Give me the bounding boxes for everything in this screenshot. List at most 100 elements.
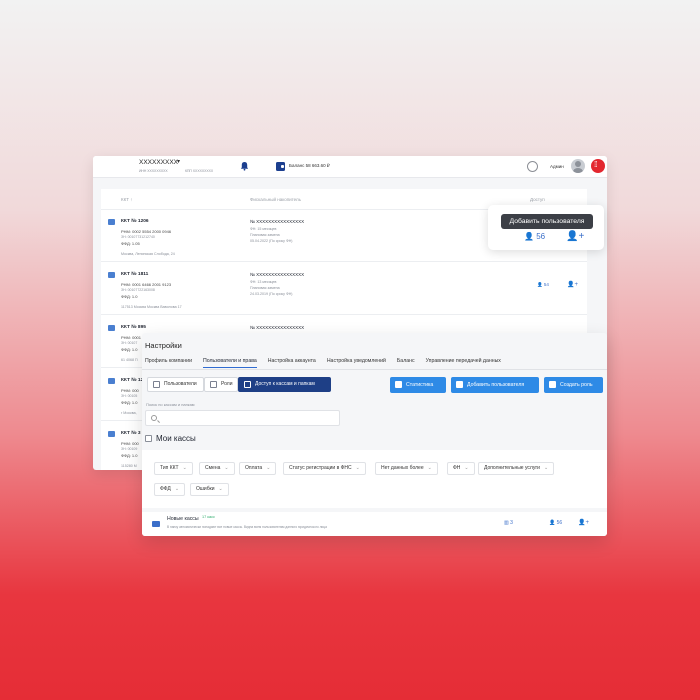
- kassy-count-value: 3: [510, 520, 513, 526]
- tab-data-transfer[interactable]: Управление передачей данных: [426, 358, 501, 368]
- tab-users-rights[interactable]: Пользователи и права: [202, 358, 257, 368]
- folder-icon: [152, 521, 160, 527]
- chevron-down-icon[interactable]: ▾: [177, 158, 180, 165]
- select-all-checkbox[interactable]: [145, 435, 152, 442]
- add-user-icon[interactable]: 👤+: [578, 519, 589, 526]
- filter-shift[interactable]: Смена: [199, 462, 235, 475]
- kkt-ffd: ФФД: 1.05: [121, 241, 140, 246]
- segment-roles[interactable]: Роли: [204, 377, 238, 392]
- kkt-address: 117513 Москва Москва Вавилова 17: [121, 305, 182, 309]
- add-user-icon: [456, 381, 463, 388]
- kkt-ffd: ФФД: 1.0: [121, 294, 138, 299]
- new-kassy-folder-row[interactable]: Новые кассы 17 касс В папку автоматическ…: [142, 512, 607, 536]
- statistics-button-label: Статистика: [406, 382, 434, 388]
- add-user-icon[interactable]: 👤+: [566, 231, 584, 242]
- kkt-serial: ЗН: 00109: [121, 447, 138, 451]
- add-user-plus: +: [585, 520, 589, 526]
- balance[interactable]: Баланс 58 663.60 ₽: [289, 163, 330, 169]
- users-count[interactable]: 👤 54: [537, 282, 549, 288]
- kkt-ffd: ФФД: 1.0: [121, 400, 138, 405]
- filter-fns-status[interactable]: Статус регистрации в ФНС: [283, 462, 366, 475]
- kkt-rnm: РНМ: 0001 6466 2001 9123: [121, 282, 172, 287]
- kkt-address: 115280 М: [121, 464, 137, 468]
- avatar[interactable]: [571, 159, 585, 173]
- kassy-count: ▥ 3: [504, 520, 513, 526]
- kkt-address: г Москва,: [121, 411, 137, 415]
- kkt-number: ККТ № 1206: [121, 219, 149, 224]
- filter-payment[interactable]: Оплата: [239, 462, 277, 475]
- segment-users-label: Пользователи: [164, 381, 197, 387]
- cash-register-icon: [108, 219, 115, 225]
- user-name[interactable]: Админ: [550, 164, 564, 169]
- organization-name[interactable]: XXXXXXXXX: [139, 159, 178, 166]
- filter-kkt-type[interactable]: Тип ККТ: [154, 462, 193, 475]
- kkt-serial: ЗН: 00105: [121, 394, 138, 398]
- top-bar: XXXXXXXXX ▾ ИНН XXXXXXXXX КПП XXXXXXXXX …: [93, 156, 607, 178]
- fn-replacement-date: 24.03.2019 (По сроку ФН): [250, 292, 293, 296]
- fn-number: № XXXXXXXXXXXXXXXX: [250, 325, 305, 330]
- folder-description: В папку автоматически попадают все новые…: [167, 525, 327, 529]
- settings-window: Настройки Профиль компании Пользователи …: [142, 333, 607, 536]
- search-input[interactable]: [145, 410, 340, 426]
- tab-company-profile[interactable]: Профиль компании: [145, 358, 192, 368]
- my-kassy-title: Мои кассы: [156, 434, 196, 443]
- bell-icon[interactable]: [240, 161, 249, 171]
- fn-replacement: Плановая замена: [250, 286, 280, 290]
- segment-kassy-access[interactable]: Доступ к кассам и папкам: [238, 377, 331, 392]
- tab-balance[interactable]: Баланс: [397, 358, 415, 368]
- users-count[interactable]: 👤 56: [549, 520, 562, 526]
- tab-notification-settings[interactable]: Настройка уведомлений: [327, 358, 386, 368]
- kkt-ffd: ФФД: 1.0: [121, 347, 138, 352]
- add-user-icon[interactable]: 👤+: [567, 281, 578, 288]
- filter-no-data[interactable]: Нет данных более: [375, 462, 438, 475]
- kkt-number: ККТ № 895: [121, 325, 146, 330]
- roles-icon: [210, 381, 217, 388]
- users-count-value: 54: [543, 282, 549, 287]
- search-label: Поиск по кассам и папкам: [146, 402, 195, 407]
- segment-users[interactable]: Пользователи: [147, 377, 204, 392]
- table-row[interactable]: ККТ № 1811 РНМ: 0001 6466 2001 9123 ЗН: …: [101, 263, 587, 315]
- filter-errors[interactable]: Ошибки: [190, 483, 229, 496]
- kkt-rnm: РНМ: 0002 5554 2000 0946: [121, 229, 172, 234]
- segment-roles-label: Роли: [221, 381, 233, 387]
- filter-ffd[interactable]: ФФД: [154, 483, 186, 496]
- statistics-button[interactable]: Статистика: [390, 377, 446, 393]
- create-role-button[interactable]: Создать роль: [544, 377, 603, 393]
- apps-menu-icon[interactable]: [591, 159, 605, 173]
- cash-register-icon: [108, 431, 115, 437]
- cash-register-icon: [108, 272, 115, 278]
- kkt-serial: ЗН: 00107: [121, 341, 138, 345]
- filter-additional-services[interactable]: Дополнительные услуги: [478, 462, 555, 475]
- add-user-button-label: Добавить пользователя: [467, 382, 525, 388]
- folder-count: 17 касс: [202, 515, 215, 519]
- column-header-fn: Фискальный накопитель: [250, 197, 302, 202]
- fn-replacement: Плановая замена: [250, 233, 280, 237]
- kkt-rnm: РНМ: 0001: [121, 335, 142, 340]
- create-role-icon: [549, 381, 556, 388]
- add-user-plus: +: [574, 282, 578, 288]
- create-role-button-label: Создать роль: [560, 382, 593, 388]
- filters-panel: Тип ККТ Смена Оплата Статус регистрации …: [142, 450, 607, 508]
- folder-icon: [244, 381, 251, 388]
- cash-register-icon: [108, 378, 115, 384]
- fn-number: № XXXXXXXXXXXXXXXX: [250, 219, 305, 224]
- page-title: Настройки: [145, 341, 182, 350]
- column-header-access: Доступ: [530, 197, 545, 202]
- fn-term: ФН: 15 месяцев: [250, 227, 277, 231]
- divider: [142, 369, 607, 370]
- organization-inn: ИНН XXXXXXXXX: [139, 169, 168, 173]
- kkt-number: ККТ № 1811: [121, 272, 149, 277]
- kkt-number: ККТ № 3: [121, 431, 141, 436]
- kkt-serial: ЗН: 00107731212740: [121, 235, 155, 239]
- filter-fn[interactable]: ФН: [447, 462, 475, 475]
- users-count[interactable]: 👤 56: [524, 232, 545, 241]
- search-icon: [151, 415, 157, 421]
- add-user-button[interactable]: Добавить пользователя: [451, 377, 539, 393]
- kkt-rnm: РНМ: 000: [121, 441, 139, 446]
- column-header-kkt[interactable]: ККТ ↑: [121, 197, 133, 202]
- kkt-address: Москва, Ленинская Слобода, 24: [121, 252, 175, 256]
- kkt-ffd: ФФД: 1.0: [121, 453, 138, 458]
- tab-account-settings[interactable]: Настройка аккаунта: [268, 358, 316, 368]
- segment-kassy-access-label: Доступ к кассам и папкам: [255, 381, 315, 387]
- chat-icon[interactable]: [527, 161, 538, 172]
